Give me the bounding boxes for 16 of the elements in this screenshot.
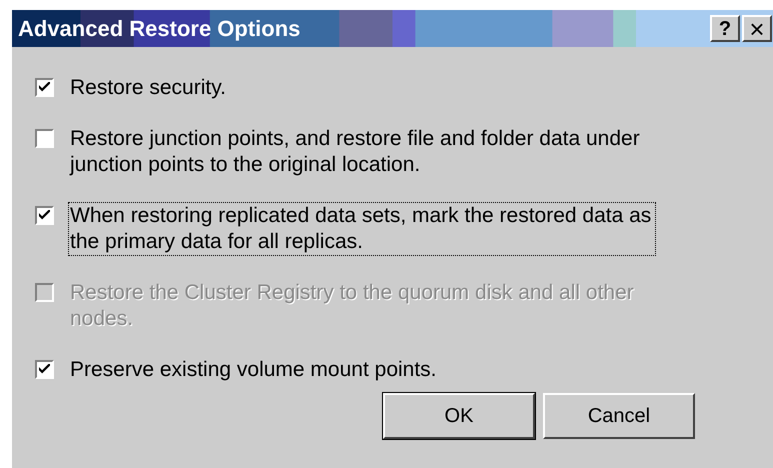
- checkbox[interactable]: [35, 129, 54, 148]
- help-button[interactable]: ?: [710, 15, 740, 42]
- close-button[interactable]: ×: [742, 15, 772, 42]
- option-label[interactable]: Restore security.: [69, 75, 655, 101]
- checkbox[interactable]: [35, 360, 54, 379]
- option-label[interactable]: Preserve existing volume mount points.: [69, 357, 655, 383]
- option-label[interactable]: Restore junction points, and restore file and folder data under junction points to the original location.: [69, 126, 655, 178]
- option-label[interactable]: When restoring replicated data sets, mark the restored data as the primary data for all replicas.: [69, 203, 655, 255]
- checkbox[interactable]: [35, 78, 54, 97]
- checkbox[interactable]: [35, 206, 54, 225]
- checkmark-icon: [39, 82, 50, 93]
- checkmark-icon: [39, 210, 50, 221]
- window-title: Advanced Restore Options: [17, 15, 300, 43]
- ok-button[interactable]: OK: [383, 393, 535, 439]
- cancel-button[interactable]: Cancel: [543, 393, 695, 439]
- checkmark-icon: [39, 364, 50, 375]
